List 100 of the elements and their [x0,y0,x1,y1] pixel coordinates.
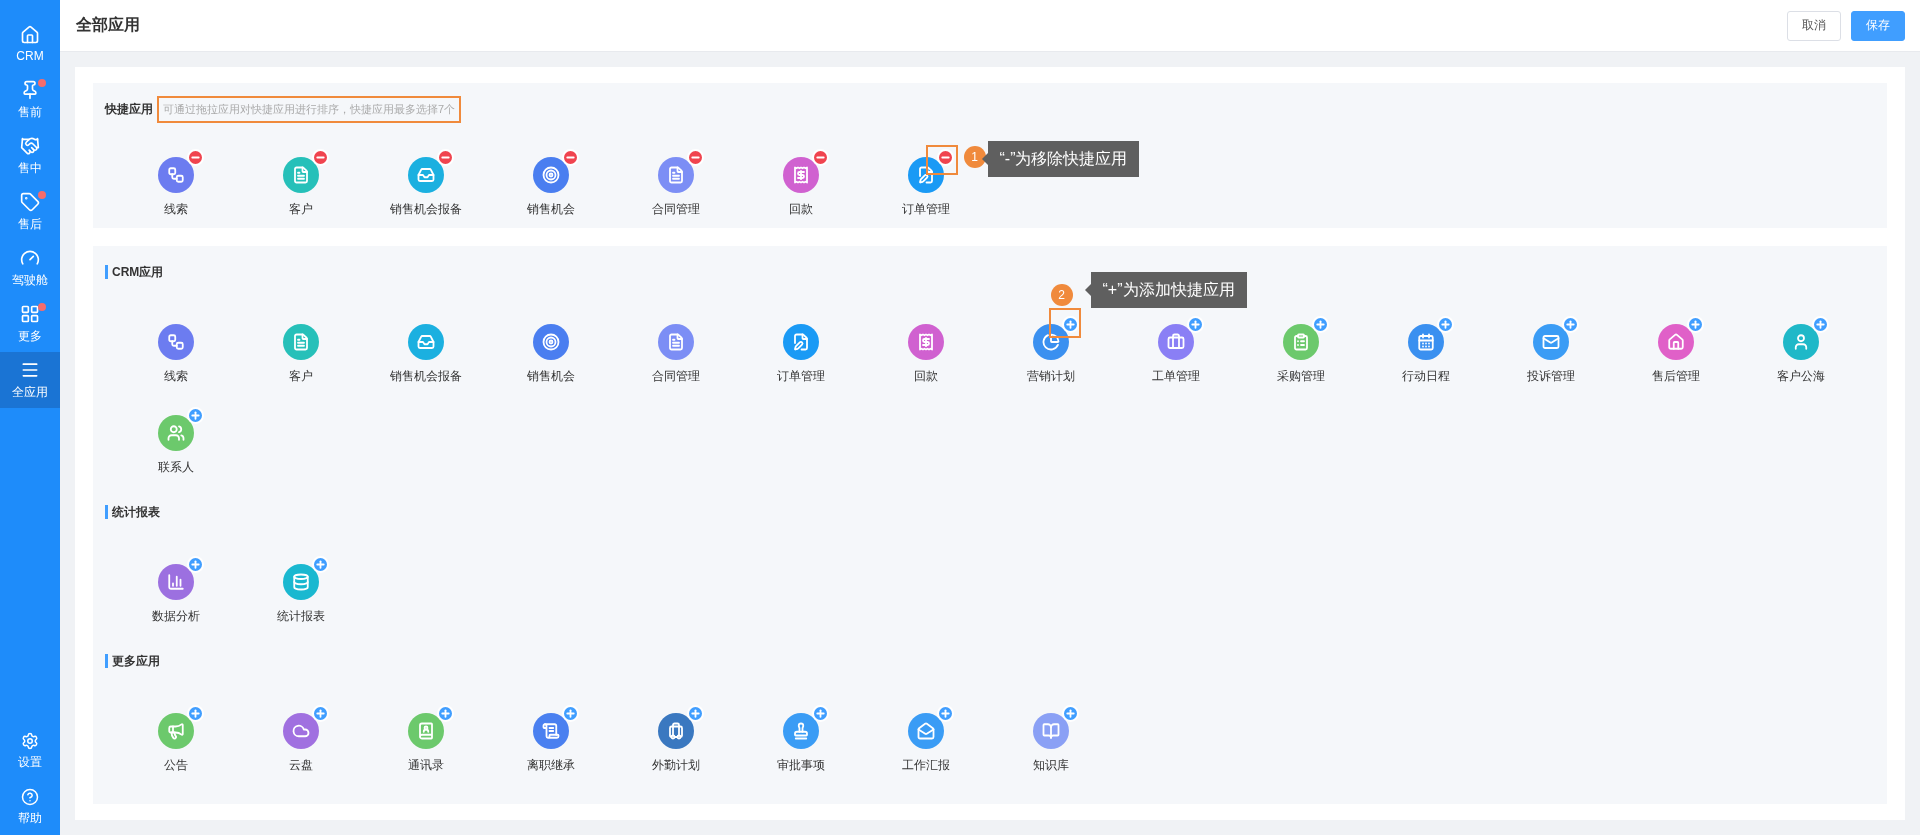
remove-button[interactable] [936,149,954,166]
plus-icon [189,559,201,570]
add-button[interactable] [686,705,704,722]
app-icon-circle[interactable] [782,157,819,193]
app-label: 售后管理 [1651,368,1700,385]
app-icon-circle[interactable] [1157,324,1194,360]
add-button[interactable] [186,407,204,424]
add-button[interactable] [1311,316,1329,333]
app-icon-circle[interactable] [1282,324,1319,360]
app-icon-circle[interactable] [782,713,819,749]
add-button[interactable] [1811,316,1829,333]
app-icon-circle[interactable] [1532,324,1569,360]
app-icon-circle[interactable] [532,713,569,749]
sidebar-item[interactable]: CRM [0,16,60,72]
app-label: 外勤计划 [651,757,700,774]
remove-button[interactable] [811,149,829,166]
help-icon [21,787,39,806]
add-button[interactable] [1561,316,1579,333]
calendar-icon [1416,333,1435,351]
sidebar-item[interactable]: 售后 [0,184,60,240]
add-button[interactable] [186,556,204,573]
app-label: 通讯录 [407,757,444,774]
luggage-icon [666,722,685,740]
sidebar-item[interactable]: 更多 [0,296,60,352]
add-button[interactable] [186,705,204,722]
book-icon [1041,722,1060,740]
document-icon [666,333,685,351]
sidebar-item[interactable]: 驾驶舱 [0,240,60,296]
add-button[interactable] [436,705,454,722]
add-button[interactable] [561,705,579,722]
app-icon-circle[interactable] [407,157,444,193]
handshake-icon [20,135,40,156]
remove-button[interactable] [561,149,579,166]
app-icon-circle[interactable] [907,713,944,749]
app-icon-circle[interactable] [1032,324,1069,360]
app-icon-circle[interactable] [282,324,319,360]
add-button[interactable] [936,705,954,722]
document-icon [666,166,685,184]
remove-button[interactable] [436,149,454,166]
add-button[interactable] [1436,316,1454,333]
briefcase-icon [1166,333,1185,351]
app-icon-circle[interactable] [407,324,444,360]
app-icon-circle[interactable] [1032,713,1069,749]
app-icon-circle[interactable] [157,713,194,749]
app-label: 订单管理 [901,201,950,218]
app-icon-circle[interactable] [157,564,194,600]
edit-document-icon [916,166,935,184]
sidebar-item[interactable]: 帮助 [0,779,60,835]
app-icon-circle[interactable] [1657,324,1694,360]
app-icon-circle[interactable] [157,157,194,193]
receipt-icon [791,166,810,184]
add-button[interactable] [1061,316,1079,333]
app-icon-circle[interactable] [657,713,694,749]
save-button[interactable]: 保存 [1851,10,1905,41]
plus-icon [439,708,451,719]
app-label: 数据分析 [151,608,200,625]
tag-icon [20,191,40,212]
app-icon-circle[interactable] [532,324,569,360]
app-icon-circle[interactable] [657,157,694,193]
plus-icon [1814,319,1826,330]
sidebar-item[interactable]: 设置 [0,723,60,779]
plus-icon [1564,319,1576,330]
app-icon-circle[interactable] [532,157,569,193]
remove-button[interactable] [186,149,204,166]
step-number: 1 [963,146,986,168]
contact-book-icon [416,722,435,740]
target-icon [541,333,560,351]
add-button[interactable] [311,556,329,573]
users-icon [166,424,185,442]
plus-icon [1439,319,1451,330]
app-icon-circle[interactable] [407,713,444,749]
app-icon-circle[interactable] [282,157,319,193]
add-button[interactable] [1686,316,1704,333]
add-button[interactable] [1061,705,1079,722]
scroll-icon [541,722,560,740]
sidebar-item[interactable]: 全应用 [0,352,60,408]
inbox-icon [416,166,435,184]
app-icon-circle[interactable] [1782,324,1819,360]
sidebar-item[interactable]: 售中 [0,128,60,184]
remove-button[interactable] [311,149,329,166]
plus-icon [939,708,951,719]
workflow-icon [166,166,185,184]
app-icon-circle[interactable] [157,324,194,360]
app-label: 销售机会报备 [389,201,462,218]
grid-icon [20,303,40,324]
cancel-button[interactable]: 取消 [1787,10,1841,41]
add-button[interactable] [311,705,329,722]
add-button[interactable] [811,705,829,722]
app-icon-circle[interactable] [907,324,944,360]
app-icon-circle[interactable] [157,415,194,451]
app-icon-circle[interactable] [1407,324,1444,360]
app-icon-circle[interactable] [907,157,944,193]
sidebar-item[interactable]: 售前 [0,72,60,128]
remove-button[interactable] [686,149,704,166]
app-icon-circle[interactable] [282,713,319,749]
app-icon-circle[interactable] [782,324,819,360]
app-icon-circle[interactable] [282,564,319,600]
edit-document-icon [791,333,810,351]
app-icon-circle[interactable] [657,324,694,360]
add-button[interactable] [1186,316,1204,333]
